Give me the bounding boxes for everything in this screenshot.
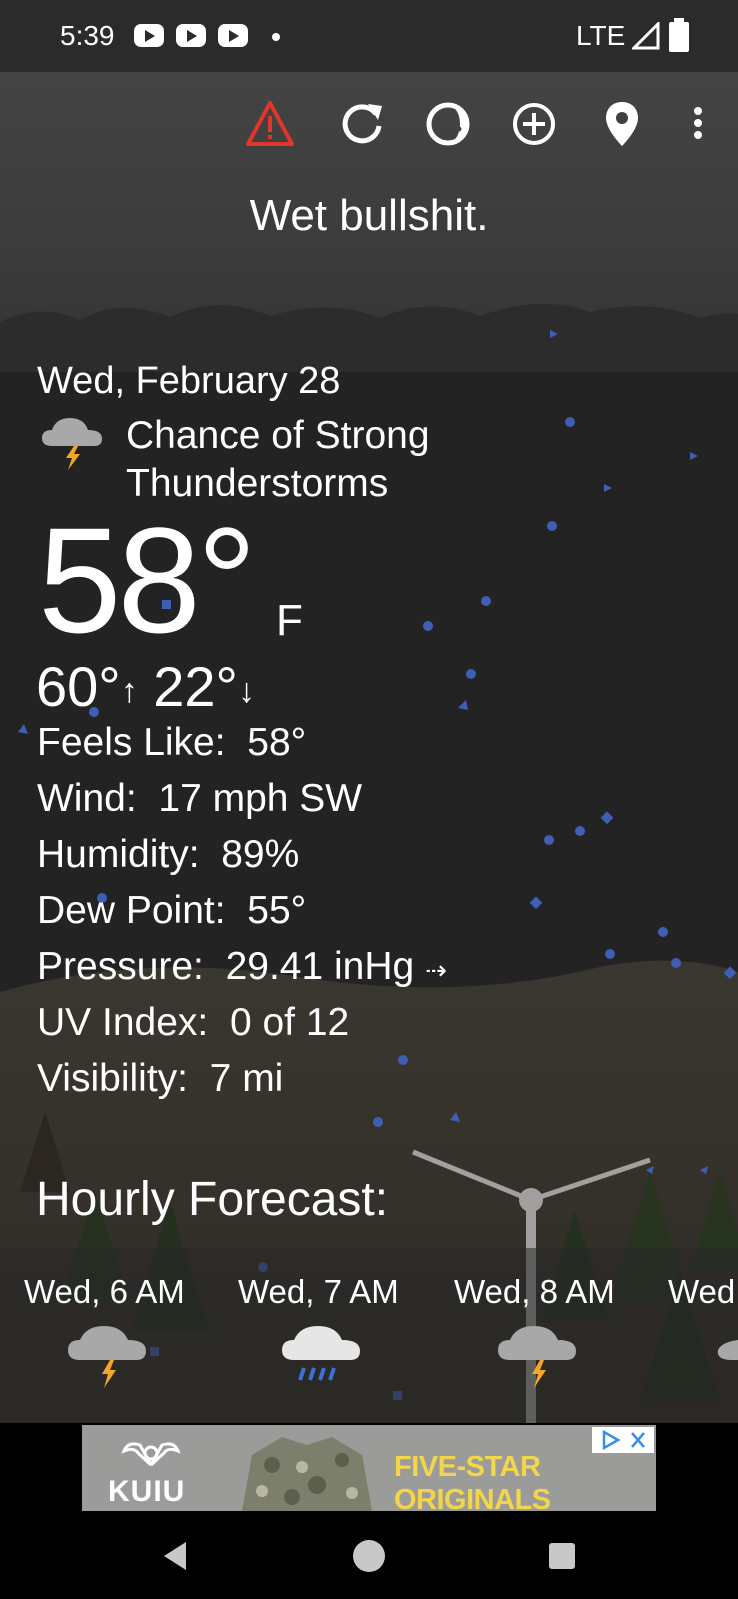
- current-date: Wed, February 28: [37, 360, 341, 402]
- thunderstorm-cloud-icon: [498, 1326, 576, 1388]
- low-temperature: 22°: [153, 655, 238, 718]
- high-low-temperature: 60°↑ 22°↓: [36, 655, 255, 723]
- home-icon[interactable]: [352, 1539, 386, 1573]
- rain-cloud-icon: [282, 1326, 360, 1381]
- detail-uv-index: UV Index: 0 of 12: [37, 1001, 350, 1044]
- ad-tagline: FIVE-STAR ORIGINALS: [394, 1451, 551, 1511]
- detail-visibility: Visibility: 7 mi: [37, 1057, 284, 1100]
- location-pin-icon[interactable]: [596, 98, 648, 150]
- battery-icon: [669, 18, 689, 52]
- back-icon[interactable]: [160, 1540, 190, 1572]
- youtube-icon: [218, 24, 248, 47]
- pressure-steady-arrow-icon: ⇢: [425, 955, 447, 985]
- detail-pressure: Pressure: 29.41 inHg ⇢: [37, 945, 447, 988]
- ad-brand: KUIU: [108, 1475, 186, 1508]
- refresh-icon[interactable]: [336, 98, 388, 150]
- down-arrow-icon: ↓: [237, 672, 255, 711]
- header-title: Wet bullshit.: [249, 191, 489, 240]
- youtube-icon: [176, 24, 206, 47]
- detail-dew-point: Dew Point: 55°: [37, 889, 307, 932]
- hourly-item-label[interactable]: Wed, 8 AM: [454, 1270, 615, 1314]
- current-condition: Chance of Strong Thunderstorms: [126, 414, 430, 505]
- signal-icon: [632, 22, 660, 50]
- more-vert-icon[interactable]: [680, 98, 716, 150]
- up-arrow-icon: ↑: [120, 672, 138, 711]
- youtube-icon: [134, 24, 164, 47]
- hourly-item-label[interactable]: Wed, 6 AM: [24, 1270, 185, 1314]
- current-temperature: 58°: [38, 496, 257, 664]
- high-temperature: 60°: [36, 655, 121, 718]
- kuiu-logo-icon: [121, 1442, 181, 1467]
- detail-feels-like: Feels Like: 58°: [37, 721, 307, 764]
- hourly-forecast-title: Hourly Forecast:: [36, 1173, 389, 1226]
- cloud-icon: [717, 1340, 738, 1360]
- thunderstorm-cloud-icon: [68, 1326, 146, 1388]
- adchoices-icon[interactable]: [592, 1427, 654, 1453]
- moon-phase-icon[interactable]: [422, 98, 474, 150]
- detail-humidity: Humidity: 89%: [37, 833, 300, 876]
- notification-dot-icon: [272, 33, 280, 41]
- ad-banner[interactable]: KUIU FIVE-STAR ORIGINALS: [82, 1425, 656, 1511]
- thunderstorm-cloud-icon: [42, 418, 102, 470]
- recents-icon[interactable]: [548, 1542, 576, 1570]
- hourly-item-label[interactable]: Wed, 7 AM: [238, 1270, 399, 1314]
- add-location-icon[interactable]: [508, 98, 560, 150]
- status-time: 5:39: [60, 20, 115, 51]
- hourly-item-label[interactable]: Wed: [668, 1270, 735, 1314]
- network-type: LTE: [576, 20, 626, 51]
- detail-wind: Wind: 17 mph SW: [37, 777, 363, 820]
- temperature-unit: F: [276, 596, 303, 645]
- ad-jacket-image: [242, 1437, 372, 1511]
- alert-icon[interactable]: [244, 98, 296, 150]
